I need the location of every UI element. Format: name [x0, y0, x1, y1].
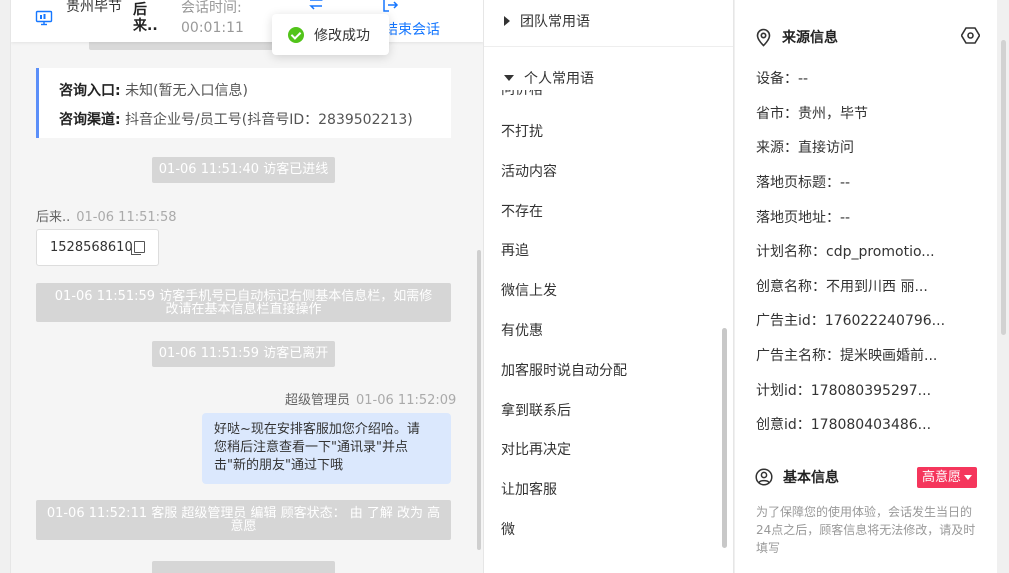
agent-sender-name: 超级管理员: [285, 393, 351, 408]
phrase-item[interactable]: 微: [501, 519, 515, 539]
group-team-label: 团队常用语: [520, 14, 590, 30]
phrase-item[interactable]: 活动内容: [501, 161, 557, 181]
visitor-message-text: 15285686101: [50, 240, 141, 255]
session-time: 00:01:11: [181, 20, 244, 36]
agent-message-time: 01-06 11:52:09: [356, 393, 457, 408]
consult-entry-label: 咨询入口:: [59, 83, 121, 99]
phrase-item[interactable]: 微信上发: [501, 280, 557, 300]
edit-notice: 为了保障您的使用体验，会话发生当日的24点之后，顾客信息将无法修改，请及时填写: [756, 505, 976, 555]
agent-message-line1: 好哒~现在安排客服加您介绍哈。请: [214, 422, 420, 437]
source-info-title: 来源信息: [755, 27, 838, 47]
consult-channel-row: 咨询渠道: 抖音企业号/员工号(抖音号ID：2839502213): [59, 109, 413, 129]
basic-info-title: 基本信息: [755, 467, 839, 487]
phrase-item[interactable]: 不存在: [501, 201, 543, 221]
group-personal-label: 个人常用语: [524, 71, 594, 87]
caret-right-icon: [504, 16, 510, 26]
consult-channel-value: 抖音企业号/员工号(抖音号ID：2839502213): [125, 112, 413, 128]
agent-message-line2: 您稍后注意查看一下"通讯录"并点: [214, 440, 408, 455]
app-root: 贵州毕节 后来.. 会话时间: 00:01:11 结束会话 咨询入口: 未知(暂…: [0, 0, 1009, 573]
basic-info-label: 基本信息: [783, 470, 839, 486]
consult-entry-row: 咨询入口: 未知(暂无入口信息): [59, 80, 248, 100]
phrase-item-partial-label: 问价格: [501, 90, 543, 98]
toast-text: 修改成功: [314, 27, 370, 44]
source-row-landing-url: 落地页地址：--: [756, 210, 851, 226]
agent-message-bubble: 好哒~现在安排客服加您介绍哈。请 您稍后注意查看一下"通讯录"并点 击"新的朋友…: [202, 413, 451, 484]
end-session-button[interactable]: 结束会话: [384, 19, 440, 39]
visitor-sender-name: 后来..: [36, 210, 71, 225]
system-message-reentered: [152, 561, 335, 573]
source-row-device: 设备：--: [756, 71, 809, 87]
group-team-phrases[interactable]: 团队常用语: [504, 11, 590, 31]
visitor-message-time: 01-06 11:51:58: [76, 210, 177, 225]
phrase-item[interactable]: 有优惠: [501, 320, 543, 340]
source-info-label: 来源信息: [782, 30, 838, 46]
system-message-edit-line2: 意愿: [230, 519, 257, 534]
group-personal-phrases[interactable]: 个人常用语: [504, 68, 594, 88]
phrase-item[interactable]: 拿到联系后: [501, 400, 571, 420]
chat-header: 贵州毕节 后来.. 会话时间: 00:01:11 结束会话: [11, 0, 483, 42]
session-time-label: 会话时间:: [181, 0, 242, 16]
agent-sender: 超级管理员 01-06 11:52:09: [285, 389, 456, 408]
visitor-info-panel: 来源信息 设备：-- 省市：贵州，毕节 来源：直接访问 落地页标题：-- 落地页…: [735, 0, 997, 573]
monitor-icon: [35, 10, 53, 26]
info-panel-scrollbar[interactable]: [1001, 40, 1006, 335]
system-message-left: 01-06 11:51:59 访客已离开: [152, 341, 335, 367]
source-row-creative-name: 创意名称：不用到川西 丽...: [756, 279, 928, 295]
intent-status-dropdown[interactable]: 高意愿: [917, 467, 978, 488]
chevron-down-icon: [964, 475, 973, 480]
agent-message-line3: 击"新的朋友"通过下哦: [214, 458, 343, 473]
phrase-item[interactable]: 加客服时说自动分配: [501, 360, 627, 380]
toast-notification: 修改成功: [272, 14, 389, 55]
phrase-item[interactable]: 让加客服: [501, 479, 557, 499]
phrase-item[interactable]: 不打扰: [501, 121, 543, 141]
system-message-entered: 01-06 11:51:40 访客已进线: [152, 157, 335, 183]
source-row-plan-id: 计划id：178080395297...: [756, 383, 932, 399]
caret-down-icon: [504, 75, 514, 81]
source-row-advertiser-id: 广告主id：176022240796...: [756, 313, 946, 329]
consult-info-card: 咨询入口: 未知(暂无入口信息) 咨询渠道: 抖音企业号/员工号(抖音号ID：2…: [36, 68, 451, 138]
chat-scrollbar[interactable]: [477, 250, 481, 550]
visitor-message-bubble: 15285686101: [36, 229, 159, 266]
system-message-status-edit: 01-06 11:52:11 客服 超级管理员 编辑 顾客状态： 由 了解 改为…: [36, 500, 451, 540]
source-row-plan-name: 计划名称：cdp_promotio...: [756, 244, 935, 260]
system-message-phone-line2: 改请在基本信息栏直接操作: [165, 302, 322, 317]
phrase-item[interactable]: 对比再决定: [501, 439, 571, 459]
transfer-icon[interactable]: [307, 0, 325, 12]
location-pin-icon: [756, 28, 771, 47]
divider: [484, 46, 733, 47]
phrases-scrollbar[interactable]: [722, 328, 727, 548]
copy-icon[interactable]: [131, 241, 145, 255]
exit-icon[interactable]: [381, 0, 399, 14]
source-row-creative-id: 创意id：178080403486...: [756, 417, 932, 433]
system-message-phone-tagged: 01-06 11:51:59 访客手机号已自动标记右侧基本信息栏，如需修 改请在…: [36, 283, 451, 322]
source-row-origin: 来源：直接访问: [756, 140, 854, 156]
source-row-region: 省市：贵州，毕节: [756, 106, 868, 122]
consult-channel-label: 咨询渠道:: [59, 112, 121, 128]
source-row-advertiser-name: 广告主名称：提米映画婚前...: [756, 348, 938, 364]
visitor-sender: 后来.. 01-06 11:51:58: [36, 206, 177, 225]
check-circle-icon: [288, 26, 304, 43]
phrase-item[interactable]: 再追: [501, 240, 529, 260]
intent-status-value: 高意愿: [922, 470, 962, 485]
settings-hex-icon[interactable]: [961, 26, 980, 45]
source-row-landing-title: 落地页标题：--: [756, 175, 851, 191]
quick-phrases-panel: 团队常用语 个人常用语 问价格 不打扰 活动内容 不存在 再追 微信上发 有优惠…: [483, 0, 734, 573]
user-circle-icon: [755, 468, 773, 486]
chat-panel: 贵州毕节 后来.. 会话时间: 00:01:11 结束会话 咨询入口: 未知(暂…: [10, 0, 483, 573]
visitor-location: 贵州毕节: [66, 0, 122, 15]
visitor-name: 后来..: [133, 2, 158, 34]
consult-entry-value: 未知(暂无入口信息): [125, 83, 248, 99]
phrase-item-partial[interactable]: 问价格: [501, 90, 561, 98]
